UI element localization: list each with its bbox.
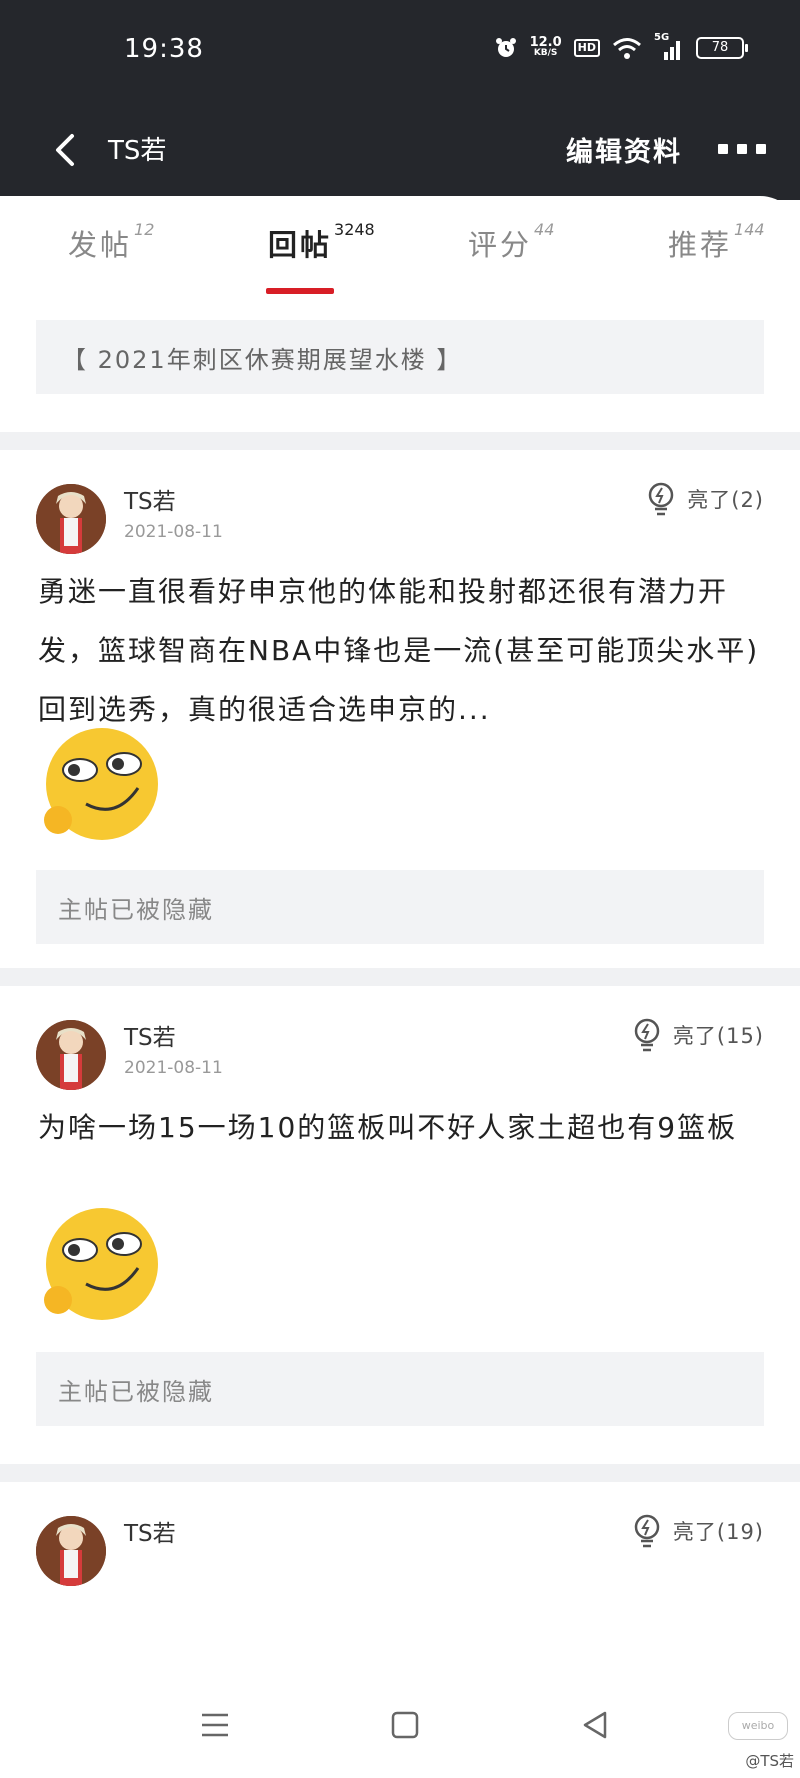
dot-icon — [756, 144, 766, 154]
back-button[interactable] — [44, 124, 88, 176]
tab-label: 回帖 — [268, 228, 333, 262]
network-speed: 12.0 KB/S — [529, 35, 562, 59]
active-tab-indicator — [266, 288, 334, 294]
system-nav-bar: weibo @TS若 — [0, 1676, 800, 1778]
alarm-icon — [494, 36, 518, 60]
tab-posts[interactable]: 发帖 12 — [68, 220, 155, 264]
network-speed-value: 12.0 — [529, 35, 562, 50]
tab-label: 评分 — [468, 228, 533, 262]
avatar[interactable] — [36, 484, 106, 554]
tab-count: 12 — [134, 220, 155, 239]
post-date: 2021-08-11 — [124, 522, 223, 542]
light-count: 亮了(15) — [672, 1024, 764, 1048]
menu-button[interactable] — [198, 1708, 232, 1742]
battery-icon: 78 — [696, 37, 748, 59]
edit-profile-button[interactable]: 编辑资料 — [566, 130, 682, 169]
post-body: 为啥一场15一场10的篮板叫不好人家土超也有9篮板 — [38, 1111, 738, 1144]
network-speed-unit: KB/S — [533, 48, 558, 58]
light-up-button[interactable]: 亮了(19) — [633, 1514, 764, 1548]
avatar[interactable] — [36, 1516, 106, 1586]
tab-label: 推荐 — [668, 228, 733, 262]
lightbulb-icon — [634, 1018, 660, 1052]
dot-icon — [718, 144, 728, 154]
dot-icon — [737, 144, 747, 154]
hidden-parent-note[interactable]: 主帖已被隐藏 — [36, 870, 764, 944]
tab-bar: 发帖 12 回帖 3248 评分 44 推荐 144 — [0, 196, 800, 296]
light-count: 亮了(19) — [672, 1520, 764, 1544]
nav-bar: TS若 编辑资料 — [0, 100, 800, 200]
tab-count: 44 — [534, 220, 555, 239]
section-divider — [0, 1464, 800, 1482]
post-body: 勇迷一直很看好申京他的体能和投射都还很有潜力开发，篮球智商在NBA中锋也是一流(… — [38, 575, 760, 726]
lightbulb-icon — [634, 1514, 660, 1548]
light-count: 亮了(2) — [687, 488, 764, 512]
smirk-emoji-sticker — [38, 722, 164, 848]
tab-count: 144 — [734, 220, 765, 239]
light-up-button[interactable]: 亮了(2) — [647, 482, 764, 516]
status-bar: 19:38 12.0 KB/S HD 5G 78 — [0, 0, 800, 100]
weibo-logo: weibo — [728, 1712, 788, 1740]
light-up-button[interactable]: 亮了(15) — [633, 1018, 764, 1052]
post-username[interactable]: TS若 — [124, 1514, 176, 1548]
tab-label: 发帖 — [68, 228, 133, 262]
page-title: TS若 — [108, 136, 167, 166]
status-icons: 12.0 KB/S HD 5G 78 — [494, 32, 748, 60]
tab-ratings[interactable]: 评分 44 — [468, 220, 555, 264]
lightbulb-icon — [649, 482, 674, 516]
tab-recommend[interactable]: 推荐 144 — [668, 220, 765, 264]
tab-count: 3248 — [334, 220, 375, 239]
smirk-emoji-sticker — [38, 1202, 164, 1328]
avatar[interactable] — [36, 1020, 106, 1090]
home-button[interactable] — [388, 1708, 422, 1742]
home-square-icon — [391, 1711, 419, 1739]
reply-card[interactable]: TS若 亮了(19) — [0, 1482, 800, 1676]
reply-card[interactable]: TS若 2021-08-11 亮了(2) 勇迷一直很看好申京他的体能和投射都还很… — [0, 450, 800, 968]
section-divider — [0, 432, 800, 450]
section-divider — [0, 968, 800, 986]
content-sheet: 发帖 12 回帖 3248 评分 44 推荐 144 【 2021年刺区休赛期展望水楼 … — [0, 196, 800, 1676]
hd-icon: HD — [573, 39, 600, 57]
tab-replies[interactable]: 回帖 3248 — [268, 220, 375, 264]
post-username[interactable]: TS若 — [124, 482, 176, 516]
back-nav-button[interactable] — [578, 1708, 612, 1742]
back-triangle-icon — [583, 1711, 607, 1739]
more-options-button[interactable] — [718, 144, 768, 158]
post-date: 2021-08-11 — [124, 1058, 223, 1078]
menu-icon — [202, 1713, 228, 1737]
thread-title-box[interactable]: 【 2021年刺区休赛期展望水楼 】 — [36, 320, 764, 394]
hidden-parent-note[interactable]: 主帖已被隐藏 — [36, 1352, 764, 1426]
wifi-icon — [612, 37, 642, 59]
watermark-text: @TS若 — [745, 1752, 794, 1770]
signal-icon: 5G — [654, 32, 684, 60]
status-time: 19:38 — [124, 34, 204, 64]
chevron-left-icon — [56, 134, 74, 166]
reply-card[interactable]: TS若 2021-08-11 亮了(15) 为啥一场15一场10的篮板叫不好人家… — [0, 986, 800, 1464]
post-username[interactable]: TS若 — [124, 1018, 176, 1052]
